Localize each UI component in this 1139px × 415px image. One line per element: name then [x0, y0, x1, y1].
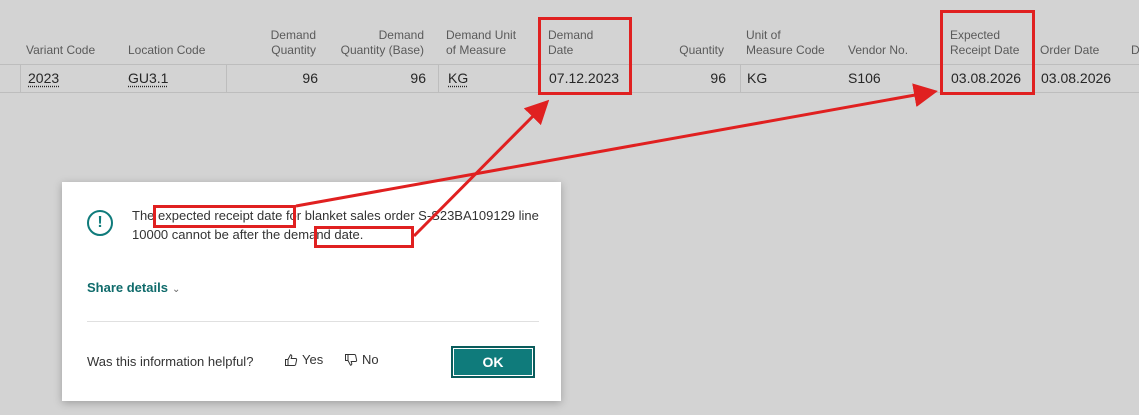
- cell-variant-code[interactable]: 2023: [28, 64, 118, 92]
- cell-demand-quantity[interactable]: 96: [240, 64, 318, 92]
- header-uom-code[interactable]: Unit of Measure Code: [746, 0, 836, 64]
- cell-location-code[interactable]: GU3.1: [128, 64, 218, 92]
- header-quantity[interactable]: Quantity: [640, 0, 724, 64]
- exclamation-circle-icon: !: [87, 210, 113, 236]
- row-selector-divider: [20, 64, 21, 92]
- demand-grid: Variant Code Location Code Demand Quantit…: [0, 0, 1139, 100]
- thumbs-up-icon: [284, 353, 298, 367]
- no-feedback-button[interactable]: No: [344, 352, 379, 367]
- header-cut-off: D: [1131, 43, 1139, 57]
- header-demand-quantity-base[interactable]: Demand Quantity (Base): [330, 0, 424, 64]
- header-location-code[interactable]: Location Code: [128, 0, 238, 64]
- row-border-bottom: [0, 92, 1139, 93]
- cell-demand-date[interactable]: 07.12.2023: [549, 64, 631, 92]
- share-details-link[interactable]: Share details ⌄: [87, 280, 180, 295]
- header-variant-code[interactable]: Variant Code: [26, 0, 116, 64]
- helpful-question: Was this information helpful?: [87, 354, 254, 369]
- cell-divider: [226, 64, 227, 92]
- error-message: The expected receipt date for blanket sa…: [132, 208, 539, 242]
- dialog-divider: [87, 321, 539, 322]
- cell-vendor-no[interactable]: S106: [848, 64, 928, 92]
- cell-demand-quantity-base[interactable]: 96: [330, 64, 426, 92]
- error-dialog: ! The expected receipt date for blanket …: [62, 182, 561, 401]
- yes-feedback-button[interactable]: Yes: [284, 352, 323, 367]
- message-highlight-demand-date: demand date.: [283, 227, 364, 242]
- cell-divider: [740, 64, 741, 92]
- message-highlight-expected-receipt-date: expected receipt date: [158, 208, 283, 223]
- cell-demand-uom[interactable]: KG: [448, 64, 528, 92]
- cell-divider: [438, 64, 439, 92]
- chevron-down-icon: ⌄: [171, 284, 181, 295]
- header-demand-uom[interactable]: Demand Unit of Measure: [446, 0, 536, 64]
- cell-expected-receipt-date[interactable]: 03.08.2026: [951, 64, 1033, 92]
- thumbs-down-icon: [344, 353, 358, 367]
- header-demand-quantity[interactable]: Demand Quantity: [240, 0, 316, 64]
- cell-uom-code[interactable]: KG: [747, 64, 827, 92]
- header-order-date[interactable]: Order Date: [1040, 0, 1120, 64]
- cell-order-date[interactable]: 03.08.2026: [1041, 64, 1123, 92]
- ok-button[interactable]: OK: [451, 346, 535, 378]
- header-vendor-no[interactable]: Vendor No.: [848, 0, 928, 64]
- header-expected-receipt-date[interactable]: Expected Receipt Date: [950, 0, 1032, 64]
- header-demand-date[interactable]: Demand Date: [548, 0, 628, 64]
- cell-quantity[interactable]: 96: [640, 64, 726, 92]
